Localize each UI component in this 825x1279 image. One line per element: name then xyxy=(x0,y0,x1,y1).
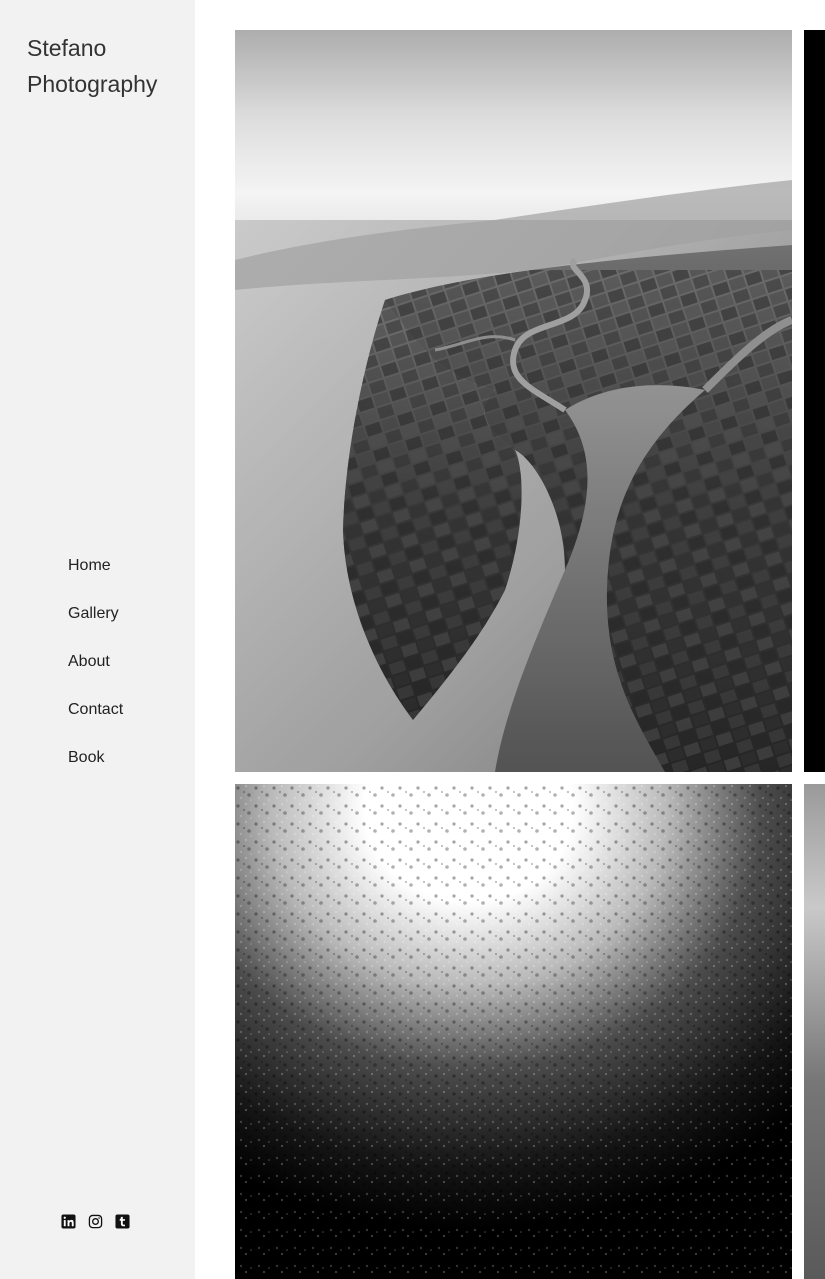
social-links xyxy=(61,1214,130,1229)
gallery-photo-grey-partial[interactable] xyxy=(804,784,825,1279)
tumblr-icon[interactable] xyxy=(115,1214,130,1229)
aerial-coast-image xyxy=(235,30,792,772)
main-nav: Home Gallery About Contact Book xyxy=(68,553,123,793)
nav-item-gallery[interactable]: Gallery xyxy=(68,601,119,627)
nav-item-book[interactable]: Book xyxy=(68,745,104,771)
instagram-icon[interactable] xyxy=(88,1214,103,1229)
site-title[interactable]: Stefano Photography xyxy=(27,30,192,102)
gallery-photo-aerial-coast[interactable] xyxy=(235,30,792,772)
water-surface-image xyxy=(235,784,792,1279)
linkedin-icon[interactable] xyxy=(61,1214,76,1229)
nav-item-about[interactable]: About xyxy=(68,649,110,675)
nav-item-contact[interactable]: Contact xyxy=(68,697,123,723)
nav-item-home[interactable]: Home xyxy=(68,553,111,579)
site-title-line2[interactable]: Photography xyxy=(27,66,192,102)
gallery-photo-water-surface[interactable] xyxy=(235,784,792,1279)
gallery-photo-dark-panel[interactable] xyxy=(804,30,825,772)
site-title-line1[interactable]: Stefano xyxy=(27,30,192,66)
sidebar: Stefano Photography Home Gallery About C… xyxy=(0,0,195,1279)
